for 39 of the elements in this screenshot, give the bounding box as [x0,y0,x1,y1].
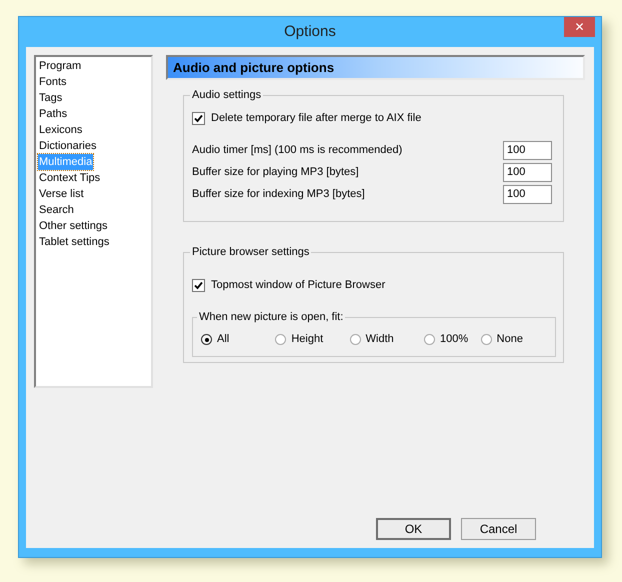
checkbox-label: Delete temporary file after merge to AIX file [211,111,422,126]
group-title: When new picture is open, fit: [197,310,346,324]
list-item[interactable]: Paths [38,106,68,122]
list-item[interactable]: Context Tips [38,170,102,186]
radio-button[interactable] [275,334,286,345]
list-item[interactable]: Verse list [38,186,85,202]
list-item[interactable]: Fonts [38,74,68,90]
group-title: Picture browser settings [190,245,312,259]
radio-button[interactable] [424,334,435,345]
list-item[interactable]: Lexicons [38,122,84,138]
section-header: Audio and picture options [166,55,585,80]
dialog-button[interactable]: Cancel [461,518,536,540]
radio-label: All [217,332,230,348]
list-item[interactable]: Tablet settings [38,234,110,250]
checkbox-label: Topmost window of Picture Browser [211,278,386,293]
checkbox[interactable] [192,278,205,292]
field-label: Audio timer [ms] (100 ms is recommended) [192,142,402,158]
input-field[interactable]: 100 [503,140,552,160]
radio-label: Height [291,332,324,348]
dialog-button[interactable]: OK [376,518,451,540]
checkbox[interactable] [192,112,205,125]
radio-label: None [496,332,523,348]
radio-button[interactable] [480,334,492,345]
radio-label: 100% [440,332,468,348]
group-title: Audio settings [190,88,264,102]
window-title: Options [284,22,336,42]
list-item[interactable]: Program [38,58,82,74]
list-item[interactable]: Dictionaries [38,138,98,154]
field-label: Buffer size for indexing MP3 [bytes] [192,186,365,202]
list-item[interactable]: Tags [38,90,64,106]
field-label: Buffer size for playing MP3 [bytes] [192,164,359,180]
list-item[interactable]: Other settings [38,218,108,234]
radio-label: Width [366,332,394,348]
list-item[interactable]: Search [38,202,75,218]
input-field[interactable]: 100 [503,162,552,182]
input-field[interactable]: 100 [503,184,552,204]
radio-button[interactable] [350,334,361,345]
radio-button[interactable] [201,334,212,345]
close-button[interactable]: ✕ [564,17,595,37]
